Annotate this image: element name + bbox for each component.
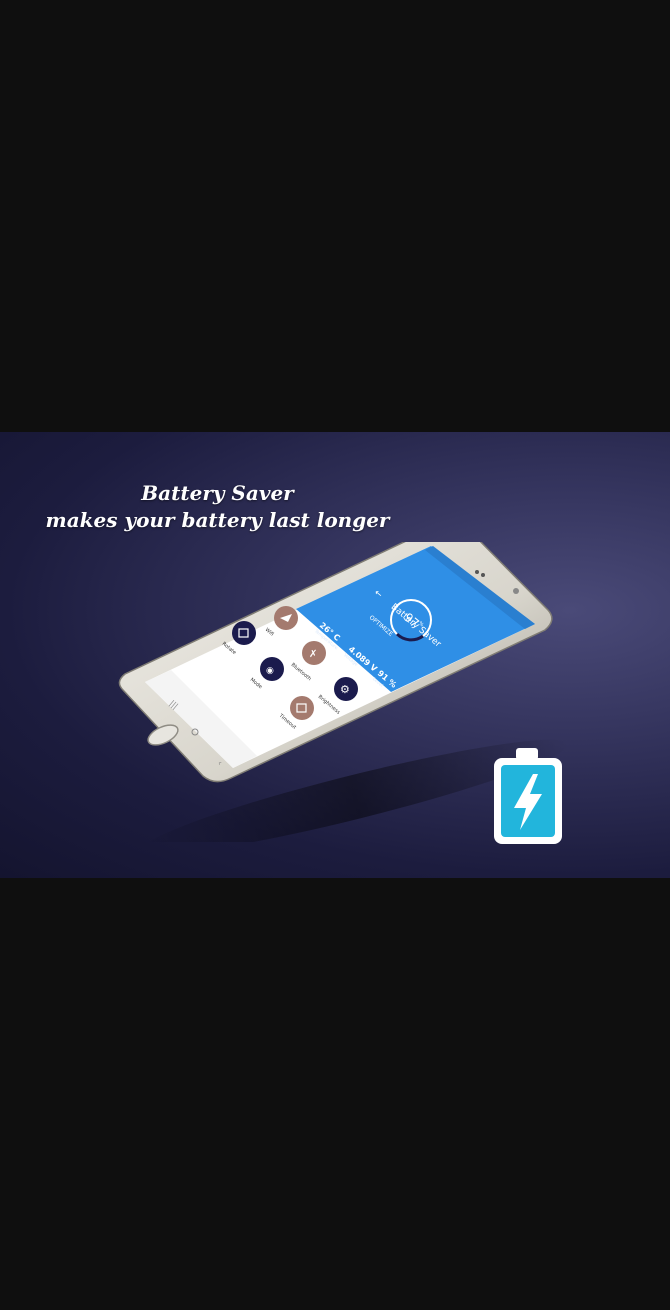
bluetooth-icon: ✗ — [309, 649, 317, 660]
headline-line-2: makes your battery last longer — [45, 508, 390, 532]
promo-banner: Battery Saver makes your battery last lo… — [0, 432, 670, 878]
toggle-brightness[interactable]: ⚙ Brightness — [317, 677, 358, 716]
toggle-wifi[interactable]: Wifi — [264, 606, 298, 638]
toggle-rotate-label: Rotate — [221, 641, 237, 656]
toggle-rotate[interactable]: Rotate — [221, 621, 256, 656]
toggle-mode-label: Mode — [249, 677, 263, 690]
toggle-wifi-label: Wifi — [264, 627, 275, 638]
headline-line-1: Battery Saver — [141, 481, 294, 505]
back-nav-icon[interactable]: ‹ — [216, 759, 224, 768]
toggle-mode[interactable]: ◉ Mode — [249, 657, 284, 690]
battery-charging-icon — [494, 748, 562, 844]
recent-apps-icon[interactable]: ||| — [168, 699, 180, 711]
back-arrow-icon[interactable]: ← — [372, 588, 385, 601]
headline: Battery Saver makes your battery last lo… — [0, 480, 435, 534]
toggle-bluetooth[interactable]: ✗ Bluetooth — [290, 641, 326, 682]
home-nav-icon[interactable] — [191, 728, 199, 736]
toggle-bluetooth-label: Bluetooth — [290, 662, 312, 682]
brightness-icon: ⚙ — [340, 683, 350, 696]
sound-mode-icon: ◉ — [266, 666, 274, 676]
toggle-timeout[interactable]: Timeout — [277, 696, 314, 731]
